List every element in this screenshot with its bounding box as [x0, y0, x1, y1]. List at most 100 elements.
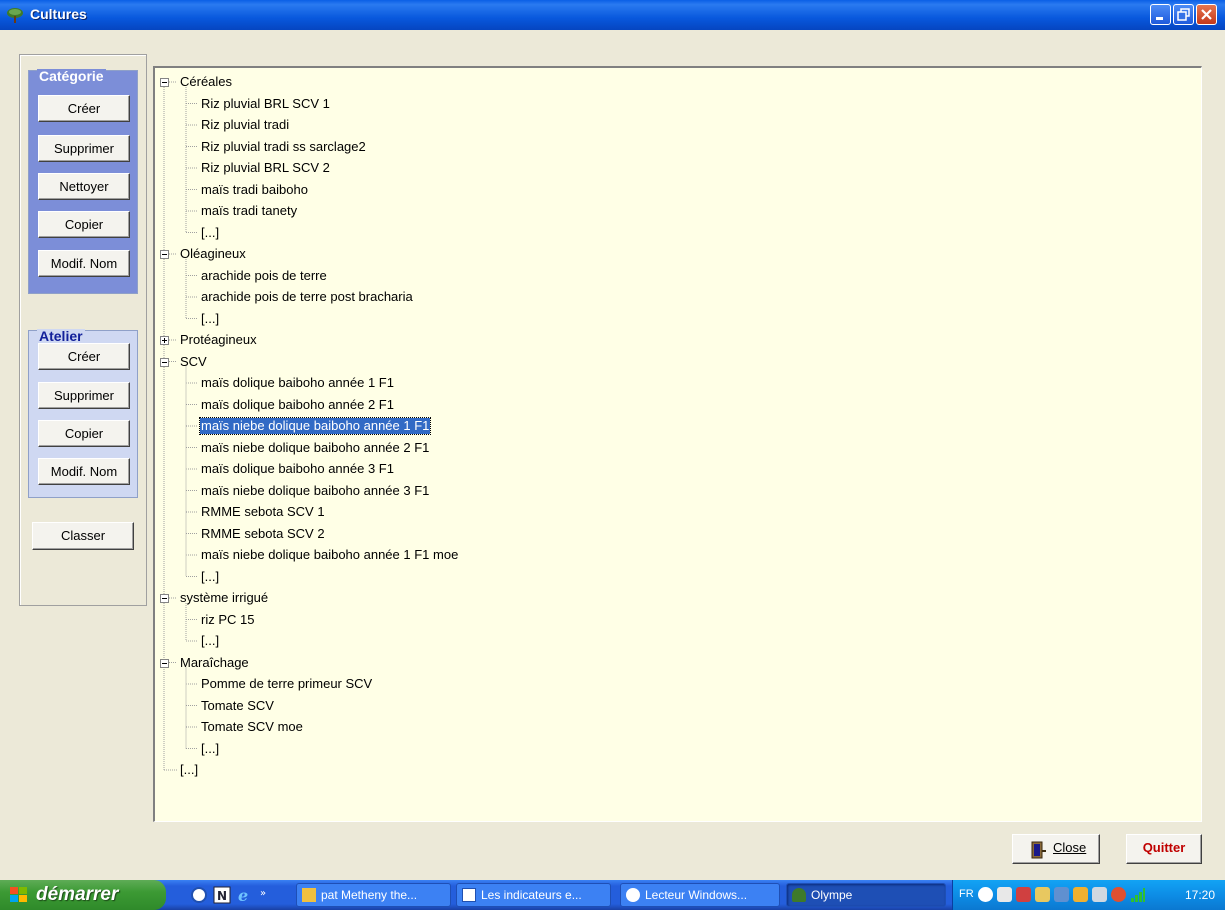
tree-culture-item[interactable]: maïs niebe dolique baiboho année 1 F1 — [198, 417, 432, 435]
quicklaunch-more-icon[interactable]: » — [258, 886, 272, 904]
task-les-indicateurs[interactable]: Les indicateurs e... — [456, 883, 611, 907]
quicklaunch-ie-icon[interactable]: e — [236, 886, 254, 904]
tray-security-icon[interactable] — [1016, 887, 1031, 902]
tree-culture-item[interactable]: maïs tradi baiboho — [200, 182, 309, 198]
tree-ellipsis-item[interactable]: [...] — [200, 225, 220, 241]
task-label: Les indicateurs e... — [481, 888, 582, 902]
tree-culture-item[interactable]: Riz pluvial BRL SCV 1 — [200, 96, 331, 112]
categorie-supprimer-button[interactable]: Supprimer — [38, 135, 130, 162]
tree-culture-item[interactable]: maïs niebe dolique baiboho année 1 F1 mo… — [200, 547, 459, 563]
task-olympe[interactable]: Olympe — [786, 883, 946, 907]
atelier-group-title: Atelier — [37, 328, 85, 344]
tree-category-node[interactable]: Céréales — [179, 74, 233, 90]
tree-culture-item[interactable]: maïs dolique baiboho année 1 F1 — [200, 375, 395, 391]
tree-ellipsis-item[interactable]: [...] — [200, 569, 220, 585]
tray-network-icon[interactable] — [997, 887, 1012, 902]
tree-category-node[interactable]: Maraîchage — [179, 655, 250, 671]
task-label: Lecteur Windows... — [645, 888, 748, 902]
media-player-icon — [626, 888, 640, 902]
cultures-tree-view[interactable]: Céréales Riz pluvial BRL SCV 1 Riz pluvial… — [153, 66, 1202, 822]
task-lecteur-windows[interactable]: Lecteur Windows... — [620, 883, 780, 907]
tree-ellipsis-item[interactable]: [...] — [200, 741, 220, 757]
close-dialog-button[interactable]: Close — [1012, 834, 1100, 864]
task-label: pat Metheny the... — [321, 888, 418, 902]
tree-culture-item[interactable]: RMME sebota SCV 2 — [200, 526, 326, 542]
tree-culture-item[interactable]: arachide pois de terre post bracharia — [200, 289, 414, 305]
tray-antivirus-icon[interactable] — [1111, 887, 1126, 902]
window-title: Cultures — [30, 6, 87, 22]
clock: 17:20 — [1185, 888, 1216, 902]
tray-app-icon[interactable] — [1054, 887, 1069, 902]
categorie-creer-button[interactable]: Créer — [38, 95, 130, 122]
tree-culture-item[interactable]: maïs niebe dolique baiboho année 2 F1 — [200, 440, 430, 456]
start-button[interactable]: démarrer — [0, 880, 166, 910]
word-doc-icon — [462, 888, 476, 902]
tree-ellipsis-item[interactable]: [...] — [179, 762, 199, 778]
collapse-icon[interactable] — [160, 78, 169, 87]
tray-monitor-icon[interactable] — [1092, 887, 1107, 902]
atelier-supprimer-button[interactable]: Supprimer — [38, 382, 130, 409]
tree-culture-item[interactable]: Tomate SCV — [200, 698, 275, 714]
close-button[interactable] — [1196, 4, 1217, 25]
tree-culture-item[interactable]: maïs tradi tanety — [200, 203, 298, 219]
expand-icon[interactable] — [160, 336, 169, 345]
collapse-icon[interactable] — [160, 357, 169, 367]
minimize-icon — [1156, 17, 1163, 20]
atelier-modif-nom-button[interactable]: Modif. Nom — [38, 458, 130, 485]
task-pat-metheny[interactable]: pat Metheny the... — [296, 883, 451, 907]
tray-signal-icon[interactable] — [1130, 887, 1145, 902]
tree-culture-item[interactable]: Riz pluvial tradi — [200, 117, 290, 133]
svg-text:»: » — [260, 888, 266, 899]
tray-update-icon[interactable] — [1073, 887, 1088, 902]
tree-culture-item[interactable]: maïs dolique baiboho année 2 F1 — [200, 397, 395, 413]
tree-culture-item[interactable]: maïs niebe dolique baiboho année 3 F1 — [200, 483, 430, 499]
collapse-icon[interactable] — [160, 250, 169, 259]
language-indicator[interactable]: FR — [959, 888, 974, 900]
tree-culture-item[interactable]: Riz pluvial BRL SCV 2 — [200, 160, 331, 176]
start-label: démarrer — [36, 884, 119, 905]
svg-text:N: N — [217, 889, 227, 903]
windows-flag-icon — [10, 887, 27, 902]
tree-culture-item[interactable]: maïs dolique baiboho année 3 F1 — [200, 461, 395, 477]
svg-text:e: e — [238, 886, 248, 904]
tree-app-icon — [7, 8, 23, 23]
tree-category-node[interactable]: Oléagineux — [179, 246, 247, 262]
tree-ellipsis-item[interactable]: [...] — [200, 633, 220, 649]
restore-icon — [1177, 8, 1190, 21]
close-icon — [1201, 9, 1212, 20]
collapse-icon[interactable] — [160, 658, 169, 668]
door-exit-icon — [1031, 841, 1046, 859]
windows-taskbar: démarrer N e » pat Metheny the... Les in… — [0, 880, 1225, 910]
tree-app-icon — [792, 888, 806, 902]
tree-culture-item[interactable]: riz PC 15 — [200, 612, 255, 628]
classer-button[interactable]: Classer — [32, 522, 134, 550]
atelier-creer-button[interactable]: Créer — [38, 343, 130, 370]
minimize-button[interactable] — [1150, 4, 1171, 25]
tree-category-node[interactable]: SCV — [179, 354, 208, 370]
tree-culture-item[interactable]: Tomate SCV moe — [200, 719, 304, 735]
collapse-icon[interactable] — [160, 594, 169, 603]
task-label: Olympe — [811, 888, 853, 902]
tray-users-icon[interactable] — [1035, 887, 1050, 902]
quicklaunch-browser-icon[interactable] — [190, 886, 208, 904]
categorie-group-title: Catégorie — [37, 68, 106, 84]
close-button-label: Close — [1053, 840, 1087, 855]
restore-button[interactable] — [1173, 4, 1194, 25]
window-title-bar[interactable]: Cultures — [0, 0, 1225, 30]
tree-ellipsis-item[interactable]: [...] — [200, 311, 220, 327]
atelier-copier-button[interactable]: Copier — [38, 420, 130, 447]
system-tray: FR 17:20 — [952, 880, 1225, 910]
categorie-modif-nom-button[interactable]: Modif. Nom — [38, 250, 130, 277]
tray-arrow-icon[interactable] — [978, 887, 993, 902]
quicklaunch-n-icon[interactable]: N — [213, 886, 231, 904]
categorie-nettoyer-button[interactable]: Nettoyer — [38, 173, 130, 200]
tree-category-node[interactable]: Protéagineux — [179, 332, 258, 348]
quitter-button[interactable]: Quitter — [1126, 834, 1202, 864]
tree-culture-item[interactable]: Riz pluvial tradi ss sarclage2 — [200, 139, 367, 155]
tree-culture-item[interactable]: arachide pois de terre — [200, 268, 328, 284]
folder-icon — [302, 888, 316, 902]
tree-culture-item[interactable]: Pomme de terre primeur SCV — [200, 676, 373, 692]
tree-category-node[interactable]: système irrigué — [179, 590, 269, 606]
tree-culture-item[interactable]: RMME sebota SCV 1 — [200, 504, 326, 520]
categorie-copier-button[interactable]: Copier — [38, 211, 130, 238]
